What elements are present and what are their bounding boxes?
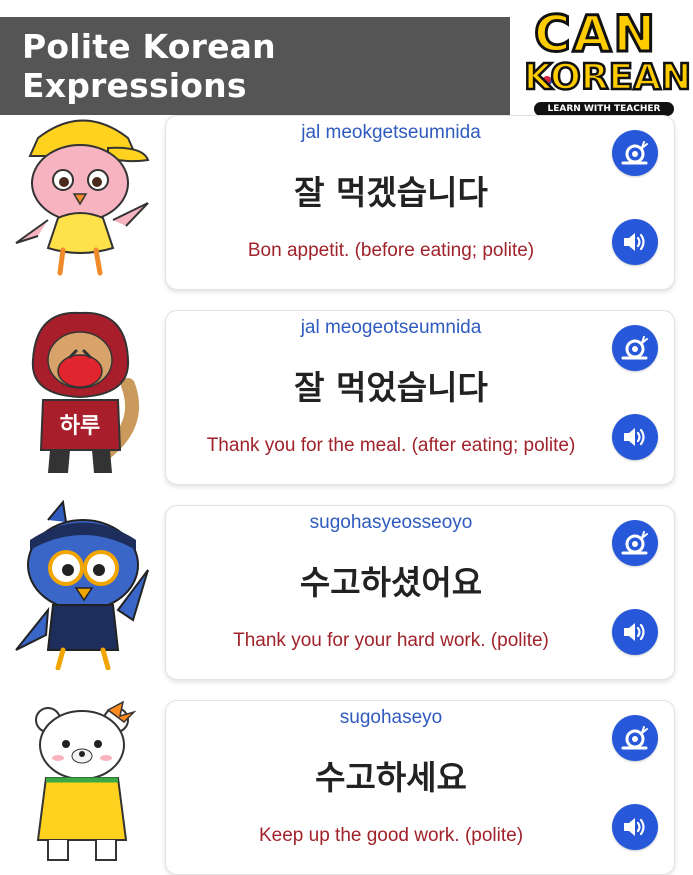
logo-line1: CAN xyxy=(532,5,658,64)
hangul-phrase: 잘 먹겠습니다 xyxy=(294,173,488,212)
play-audio-button[interactable] xyxy=(612,804,658,850)
romanization: jal meokgetseumnida xyxy=(301,122,481,143)
snail-icon xyxy=(621,726,648,750)
chick-mascot xyxy=(15,119,150,276)
hangul-phrase: 수고하세요 xyxy=(315,758,467,797)
phrase-card: sugohaseyo 수고하세요 Keep up the good work. … xyxy=(165,700,675,875)
slow-audio-button[interactable] xyxy=(612,130,658,176)
bear-mascot xyxy=(35,700,137,861)
snail-icon xyxy=(621,531,648,555)
speaker-icon xyxy=(624,233,645,251)
phrase-card: jal meokgetseumnida 잘 먹겠습니다 Bon appetit.… xyxy=(165,115,675,290)
slow-audio-button[interactable] xyxy=(612,325,658,371)
fox-mascot: 하루 xyxy=(31,311,140,473)
meaning: Bon appetit. (before eating; polite) xyxy=(247,240,535,261)
speaker-icon xyxy=(624,623,645,641)
snail-icon xyxy=(621,141,648,165)
bird-mascot xyxy=(15,500,149,670)
phrase-card: jal meogeotseumnida 잘 먹었습니다 Thank you fo… xyxy=(165,310,675,485)
romanization: sugohaseyo xyxy=(339,707,443,728)
romanization: sugohasyeosseoyo xyxy=(309,512,473,533)
hangul-phrase: 수고하셨어요 xyxy=(299,563,483,602)
speaker-icon xyxy=(624,818,645,836)
play-audio-button[interactable] xyxy=(612,414,658,460)
phrase-card: sugohasyeosseoyo 수고하셨어요 Thank you for yo… xyxy=(165,505,675,680)
hangul-phrase: 잘 먹었습니다 xyxy=(294,368,488,407)
play-audio-button[interactable] xyxy=(612,219,658,265)
slow-audio-button[interactable] xyxy=(612,520,658,566)
header-bar: Polite Korean Expressions xyxy=(0,17,510,115)
can-korean-logo: CAN KOREAN LEARN WITH TEACHER xyxy=(523,5,692,122)
slow-audio-button[interactable] xyxy=(612,715,658,761)
speaker-icon xyxy=(624,428,645,446)
logo-tagline: LEARN WITH TEACHER xyxy=(534,102,674,116)
meaning: Thank you for your hard work. (polite) xyxy=(233,630,549,651)
romanization: jal meogeotseumnida xyxy=(300,317,482,338)
logo-line2: KOREAN xyxy=(523,56,693,100)
page-title: Polite Korean Expressions xyxy=(22,27,276,105)
mascot-text: 하루 xyxy=(60,414,100,439)
meaning: Thank you for the meal. (after eating; p… xyxy=(206,435,576,456)
meaning: Keep up the good work. (polite) xyxy=(258,825,524,846)
snail-icon xyxy=(621,336,648,360)
play-audio-button[interactable] xyxy=(612,609,658,655)
